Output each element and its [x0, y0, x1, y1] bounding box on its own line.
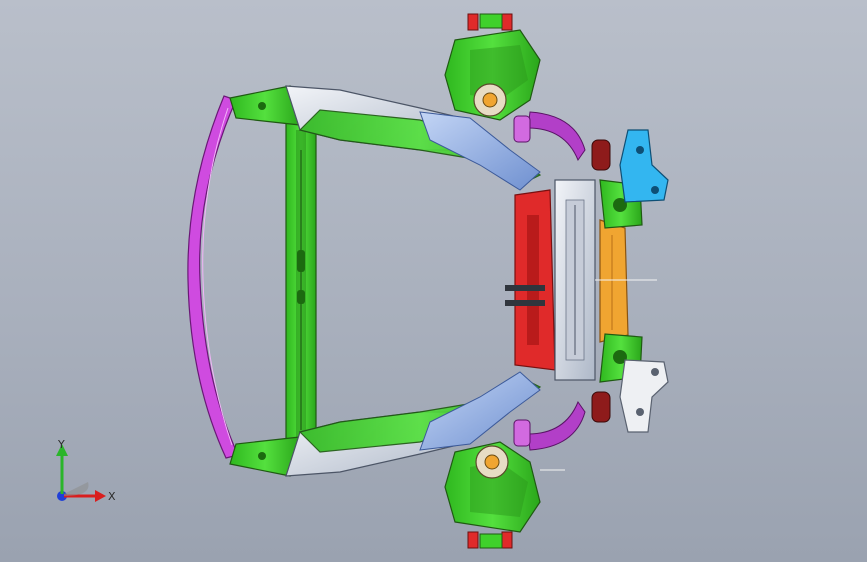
white-bracket[interactable] — [619, 359, 669, 433]
y-axis-arrow-icon — [56, 444, 68, 494]
upper-bushing[interactable] — [591, 139, 611, 171]
upper-control-arm[interactable] — [444, 13, 541, 121]
subframe-assembly-model[interactable] — [0, 0, 867, 562]
lower-purple-link[interactable] — [513, 400, 586, 451]
orange-bracket[interactable] — [599, 219, 629, 343]
upper-purple-link[interactable] — [513, 111, 586, 162]
lower-control-arm[interactable] — [444, 441, 541, 549]
bumper-beam[interactable] — [187, 95, 239, 459]
lower-bushing[interactable] — [591, 391, 611, 423]
y-axis-label: Y — [57, 438, 65, 451]
left-frame-rail[interactable] — [285, 119, 317, 451]
x-axis-label: X — [108, 490, 116, 503]
red-cross-member[interactable] — [505, 189, 556, 371]
coordinate-triad: Y X — [56, 438, 116, 503]
cad-viewport[interactable]: Y X — [0, 0, 867, 562]
steel-spine[interactable] — [554, 179, 596, 381]
cyan-bracket[interactable] — [619, 129, 669, 203]
